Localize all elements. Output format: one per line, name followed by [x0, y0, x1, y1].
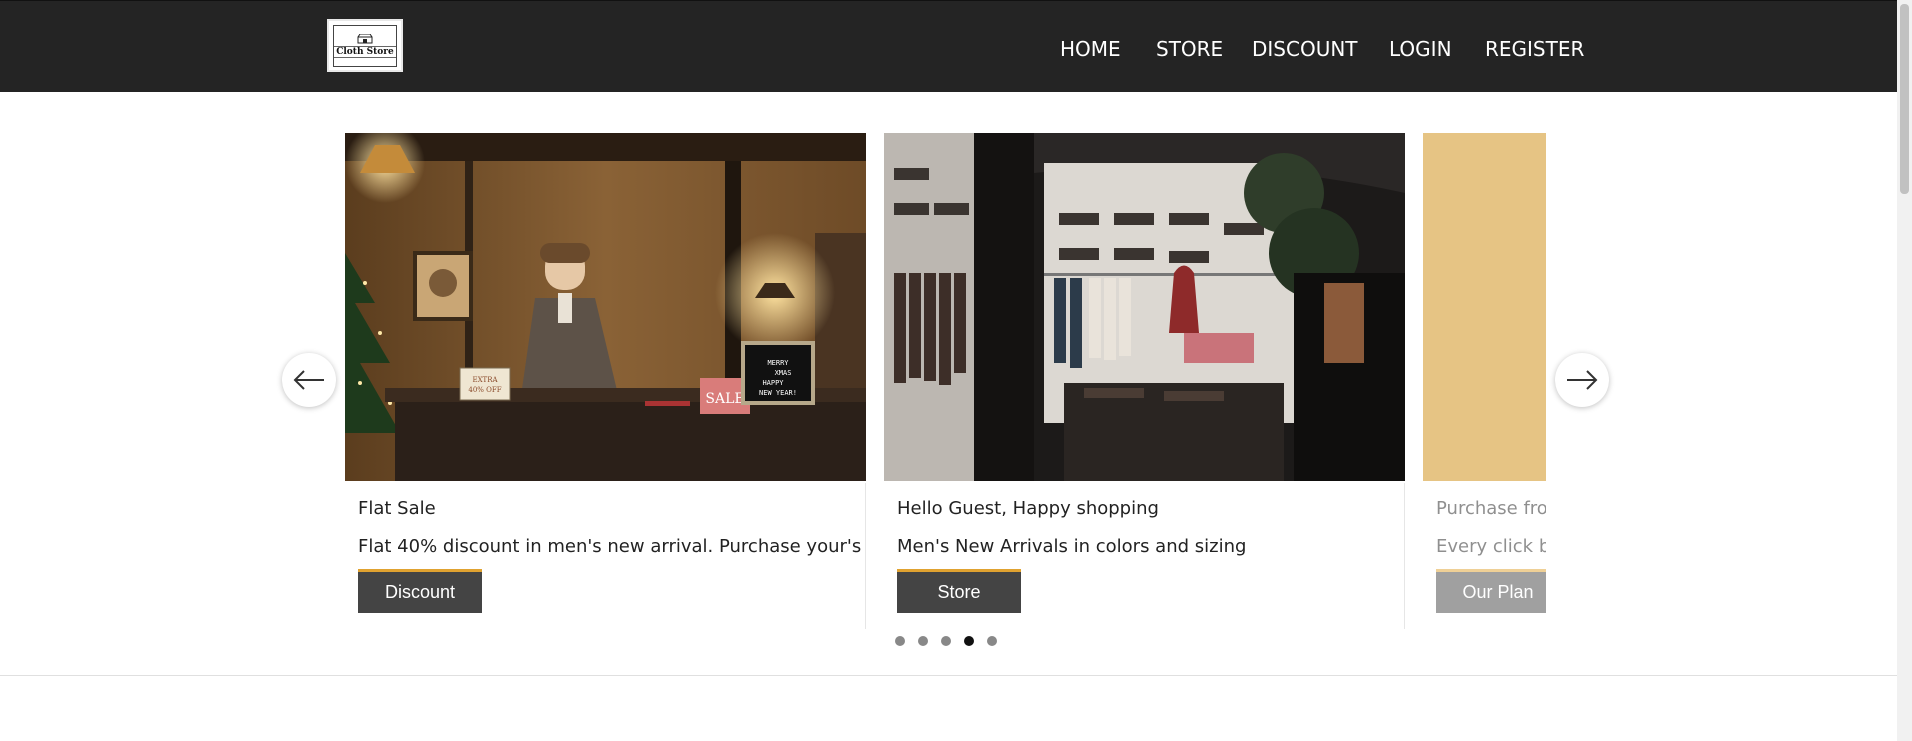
arrow-right-icon	[1567, 370, 1598, 390]
card-title: Flat Sale	[358, 498, 436, 519]
section-divider	[0, 675, 1897, 676]
svg-text:40% OFF: 40% OFF	[468, 386, 501, 394]
carousel-dot[interactable]	[895, 636, 905, 646]
svg-text:HAPPY: HAPPY	[762, 379, 784, 387]
card-image-plan	[1423, 133, 1546, 481]
carousel-dot-active[interactable]	[964, 636, 974, 646]
carousel-next-button[interactable]	[1555, 353, 1609, 407]
card-description: Men's New Arrivals in colors and sizing	[897, 536, 1247, 557]
card-description: Flat 40% discount in men's new arrival. …	[358, 536, 862, 557]
card-title: Hello Guest, Happy shopping	[897, 498, 1159, 519]
svg-text:MERRY: MERRY	[767, 359, 789, 367]
store-button[interactable]: Store	[897, 569, 1021, 613]
scrollbar-thumb[interactable]	[1900, 4, 1909, 194]
nav-home[interactable]: HOME	[1060, 37, 1121, 61]
carousel: EXTRA 40% OFF SALE MERRY XMAS HAPPY NEW …	[345, 133, 1546, 629]
carousel-dot[interactable]	[987, 636, 997, 646]
card-image-shop-counter: EXTRA 40% OFF SALE MERRY XMAS HAPPY NEW …	[345, 133, 866, 481]
nav-menu: HOME STORE DISCOUNT LOGIN REGISTER	[0, 1, 1897, 92]
card-description: Every click brir	[1436, 536, 1546, 557]
carousel-prev-button[interactable]	[282, 353, 336, 407]
carousel-card: Purchase from Every click brir Our Plan	[1423, 133, 1546, 629]
svg-text:NEW YEAR!: NEW YEAR!	[759, 389, 797, 397]
card-image-clothing-store	[884, 133, 1405, 481]
clothing-store-illustration	[884, 133, 1405, 481]
nav-store[interactable]: STORE	[1156, 37, 1223, 61]
carousel-card: Hello Guest, Happy shopping Men's New Ar…	[884, 133, 1405, 629]
nav-register[interactable]: REGISTER	[1485, 37, 1584, 61]
page-scrollbar[interactable]	[1897, 0, 1912, 741]
our-plan-button[interactable]: Our Plan	[1436, 569, 1546, 613]
shop-counter-illustration: EXTRA 40% OFF SALE MERRY XMAS HAPPY NEW …	[345, 133, 866, 481]
sign-sale-text: SALE	[705, 391, 744, 407]
carousel-dot[interactable]	[918, 636, 928, 646]
sign-extra-text: EXTRA	[472, 376, 498, 384]
card-title: Purchase from	[1436, 498, 1546, 519]
navbar: Cloth Store HOME STORE DISCOUNT LOGIN RE…	[0, 0, 1897, 92]
carousel-dot[interactable]	[941, 636, 951, 646]
carousel-card: EXTRA 40% OFF SALE MERRY XMAS HAPPY NEW …	[345, 133, 866, 629]
nav-discount[interactable]: DISCOUNT	[1252, 37, 1358, 61]
nav-login[interactable]: LOGIN	[1389, 37, 1452, 61]
svg-text:XMAS: XMAS	[775, 369, 792, 377]
arrow-left-icon	[293, 370, 324, 390]
discount-button[interactable]: Discount	[358, 569, 482, 613]
